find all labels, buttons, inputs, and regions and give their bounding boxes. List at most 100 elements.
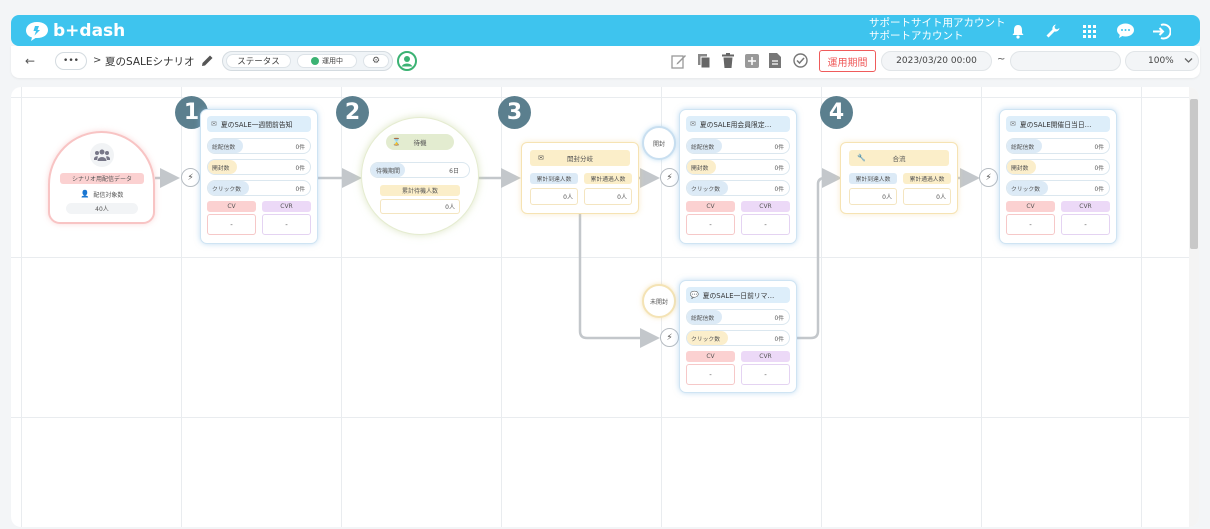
mail-node-2[interactable]: ✉ 夏のSALE用会員限定… 総配信数 0件 開封数 0件 クリック数 0件 CV - C…: [679, 109, 797, 244]
metric-label: クリック数: [687, 331, 728, 345]
wait-node[interactable]: ⌛ 待機 待機期間 6日 累計待機人数 0人: [361, 117, 479, 235]
metric-label: 総配信数: [1007, 139, 1043, 153]
metric-label: 開封数: [1007, 160, 1037, 174]
logout-icon[interactable]: [1151, 21, 1171, 41]
metric-label: クリック数: [1007, 181, 1048, 195]
document-icon[interactable]: [769, 53, 781, 68]
source-value: 40人: [66, 203, 138, 214]
branch-reach-value: 0人: [530, 188, 578, 205]
status-value[interactable]: 運用中: [297, 54, 357, 68]
status-settings-gear-icon[interactable]: ⚙: [363, 54, 389, 68]
open-branch-node[interactable]: ✉ 開封分岐 累計到達人数 累計通過人数 0人 0人: [521, 142, 639, 214]
cv-value: -: [686, 214, 735, 235]
metric-label: クリック数: [687, 181, 728, 195]
line-message-node[interactable]: 💬 夏のSALE一日前リマ… 総配信数 0件 クリック数 0件 CV - CVR -: [679, 280, 797, 393]
status-group: ステータス 運用中 ⚙: [222, 51, 393, 71]
mail-node-1[interactable]: ✉ 夏のSALE一週間前告知 総配信数 0件 開封数 0件 クリック数 0件 CV - C…: [200, 109, 318, 244]
mail-node-title: ✉ 夏のSALE用会員限定…: [686, 116, 790, 132]
mail-icon: ✉: [690, 120, 696, 128]
trigger-bolt-icon[interactable]: ⚡: [181, 168, 200, 187]
cvr-label: CVR: [741, 201, 790, 212]
cvr-value: -: [262, 214, 311, 235]
wait-count-value: 0人: [380, 199, 460, 214]
cvr-value: -: [741, 214, 790, 235]
message-node-title: 💬 夏のSALE一日前リマ…: [686, 287, 790, 303]
trigger-bolt-icon[interactable]: ⚡: [660, 168, 679, 187]
more-menu-button[interactable]: •••: [55, 52, 87, 70]
edit-pencil-icon[interactable]: [201, 54, 214, 67]
apps-grid-icon[interactable]: [1079, 21, 1099, 41]
metric-label: クリック数: [208, 181, 249, 195]
wrench-icon: 🔧: [857, 154, 866, 162]
merge-node[interactable]: 🔧 合流 累計到達人数 累計通過人数 0人 0人: [840, 142, 958, 214]
start-datetime-input[interactable]: 2023/03/20 00:00: [881, 51, 992, 71]
metric-row: 開封数 0件: [686, 159, 790, 175]
wrench-icon[interactable]: [1043, 21, 1063, 41]
user-avatar-icon[interactable]: [397, 51, 417, 71]
vertical-scrollbar[interactable]: [1189, 87, 1199, 527]
trash-icon[interactable]: [722, 53, 734, 68]
metric-row: クリック数 0件: [686, 330, 790, 346]
cv-value: -: [207, 214, 256, 235]
merge-pass-value: 0人: [903, 188, 951, 205]
metric-row: クリック数 0件: [1006, 180, 1110, 196]
cv-value: -: [1006, 214, 1055, 235]
mail-node-4[interactable]: ✉ 夏のSALE開催日当日… 総配信数 0件 開封数 0件 クリック数 0件 CV - C…: [999, 109, 1117, 244]
check-circle-icon[interactable]: [793, 53, 808, 68]
back-button[interactable]: ←: [25, 54, 35, 68]
chevron-down-icon: [1184, 58, 1193, 63]
metric-row: クリック数 0件: [207, 180, 311, 196]
branch-title-text: 開封分岐: [567, 155, 593, 163]
hourglass-icon: ⌛: [392, 138, 401, 146]
mail-icon: ✉: [1010, 120, 1016, 128]
scrollbar-thumb[interactable]: [1190, 99, 1198, 249]
chat-bubble-icon[interactable]: [1115, 21, 1135, 41]
message-node-title-text: 夏のSALE一日前リマ…: [702, 292, 775, 300]
branch-reach-label: 累計到達人数: [530, 173, 578, 184]
metric-value: 0件: [295, 144, 306, 151]
status-value-text: 運用中: [322, 57, 343, 65]
archive-icon[interactable]: [745, 54, 759, 68]
mail-node-title-text: 夏のSALE開催日当日…: [1019, 121, 1092, 129]
merge-title: 🔧 合流: [849, 150, 949, 166]
wait-period-value: 6日: [449, 167, 459, 175]
brand-logo-icon: [26, 21, 48, 41]
metric-value: 0件: [295, 186, 306, 193]
running-status-icon: [311, 57, 319, 65]
source-label: 👤 配信対象数: [60, 189, 144, 199]
cv-label: CV: [686, 201, 735, 212]
mail-node-title-text: 夏のSALE一週間前告知: [220, 121, 293, 129]
trigger-bolt-icon[interactable]: ⚡: [660, 328, 679, 347]
wait-title: ⌛ 待機: [386, 134, 454, 150]
unopened-branch-label: 未開封: [642, 284, 676, 318]
app-header: b+dash サポートサイト用アカウント サポートアカウント: [11, 15, 1200, 46]
mail-icon: ✉: [211, 120, 217, 128]
trigger-bolt-icon[interactable]: ⚡: [979, 168, 998, 187]
wait-period-row: 待機期間 6日: [370, 162, 470, 178]
brand-logo[interactable]: b+dash: [24, 20, 125, 42]
metric-value: 0件: [295, 165, 306, 172]
cv-value: -: [686, 364, 735, 385]
cvr-value: -: [1061, 214, 1110, 235]
wait-title-text: 待機: [413, 139, 427, 147]
opened-branch-label: 開封: [642, 126, 676, 160]
cv-label: CV: [1006, 201, 1055, 212]
cvr-label: CVR: [1061, 201, 1110, 212]
account-info[interactable]: サポートサイト用アカウント サポートアカウント: [869, 17, 1006, 43]
cvr-value: -: [741, 364, 790, 385]
edit-note-icon[interactable]: [671, 54, 687, 69]
zoom-select[interactable]: 100%: [1125, 51, 1199, 71]
metric-row: クリック数 0件: [686, 180, 790, 196]
metric-value: 0件: [1094, 186, 1105, 193]
wait-period-label: 待機期間: [371, 163, 406, 177]
end-datetime-input[interactable]: [1010, 51, 1121, 71]
person-icon: 👤: [80, 190, 90, 198]
copy-icon[interactable]: [697, 53, 712, 69]
wait-count-label: 累計待機人数: [380, 185, 460, 196]
metric-row: 総配信数 0件: [1006, 138, 1110, 154]
scenario-canvas[interactable]: 1 2 3 4 シナリオ用配信データ 👤 配信対象数 40人 ⚡ ⚡ ⚡ ⚡ ✉…: [11, 87, 1199, 527]
operation-period-button[interactable]: 運用期間: [819, 50, 876, 72]
range-tilde: ~: [997, 54, 1006, 65]
merge-pass-label: 累計通過人数: [903, 173, 951, 184]
bell-icon[interactable]: [1008, 21, 1028, 41]
